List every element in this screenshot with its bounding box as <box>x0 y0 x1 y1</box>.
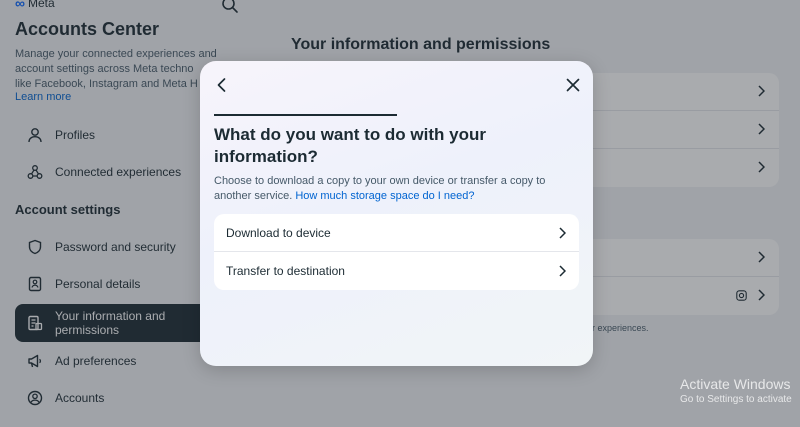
chevron-right-icon <box>559 227 566 239</box>
step-progress-bar <box>214 114 397 116</box>
download-info-dialog: What do you want to do with your informa… <box>200 61 593 366</box>
dialog-title: What do you want to do with your informa… <box>214 125 486 166</box>
chevron-right-icon <box>559 265 566 277</box>
option-label: Transfer to destination <box>226 264 345 278</box>
option-transfer-to-destination[interactable]: Transfer to destination <box>214 252 579 290</box>
activate-windows-title: Activate Windows <box>680 376 791 392</box>
back-arrow-icon[interactable] <box>214 77 230 93</box>
dialog-description: Choose to download a copy to your own de… <box>214 174 574 204</box>
activate-windows-subtitle: Go to Settings to activate <box>680 394 792 405</box>
close-icon[interactable] <box>565 77 581 93</box>
option-download-to-device[interactable]: Download to device <box>214 214 579 252</box>
storage-space-link[interactable]: How much storage space do I need? <box>295 190 474 202</box>
option-label: Download to device <box>226 225 331 240</box>
options-list: Download to device Transfer to destinati… <box>214 214 579 290</box>
